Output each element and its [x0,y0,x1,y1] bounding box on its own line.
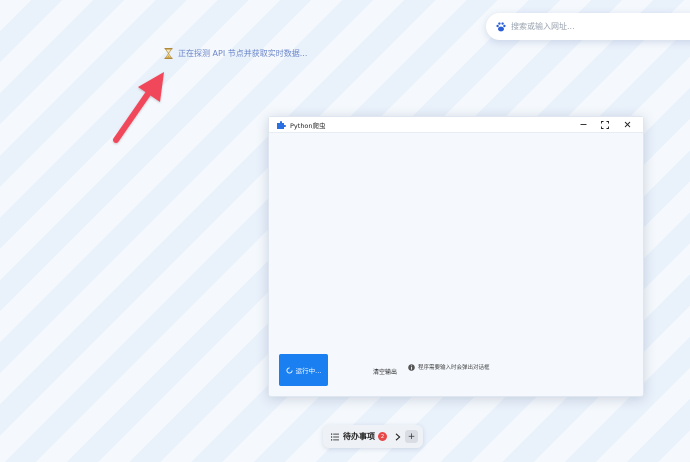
chevron-right-icon[interactable] [395,432,401,441]
maximize-button[interactable] [598,117,612,132]
search-bar[interactable] [486,13,690,40]
hint-text: 程序需要输入时会弹出对话框 [418,365,490,371]
minimize-button[interactable] [576,117,590,132]
run-button[interactable]: 运行中... [279,354,328,386]
input-hint: 程序需要输入时会弹出对话框 [408,363,490,371]
search-input[interactable] [511,22,690,31]
app-puzzle-icon [276,120,286,130]
list-icon [331,433,339,441]
status-text: 正在探测 API 节点并获取实时数据... [178,49,308,58]
todo-count-badge: 2 [378,432,387,441]
paw-icon [495,21,507,33]
todo-label[interactable]: 待办事项 [343,431,375,442]
python-crawler-window[interactable]: Python爬虫 运行中... 清空输出 程序需要输入时会弹出对话框 [268,116,644,397]
todo-taskbar[interactable]: 待办事项 2 + [323,425,423,448]
run-button-label: 运行中... [295,367,322,375]
red-arrow-icon [113,72,164,143]
status-message: 正在探测 API 节点并获取实时数据... [164,48,307,59]
spinner-icon [286,366,293,374]
close-button[interactable] [620,117,634,132]
hourglass-icon [164,48,173,59]
window-title: Python爬虫 [290,121,326,130]
window-titlebar[interactable]: Python爬虫 [269,117,643,133]
add-todo-button[interactable]: + [405,430,418,443]
info-icon [408,363,415,371]
clear-output-button[interactable]: 清空输出 [373,367,397,376]
